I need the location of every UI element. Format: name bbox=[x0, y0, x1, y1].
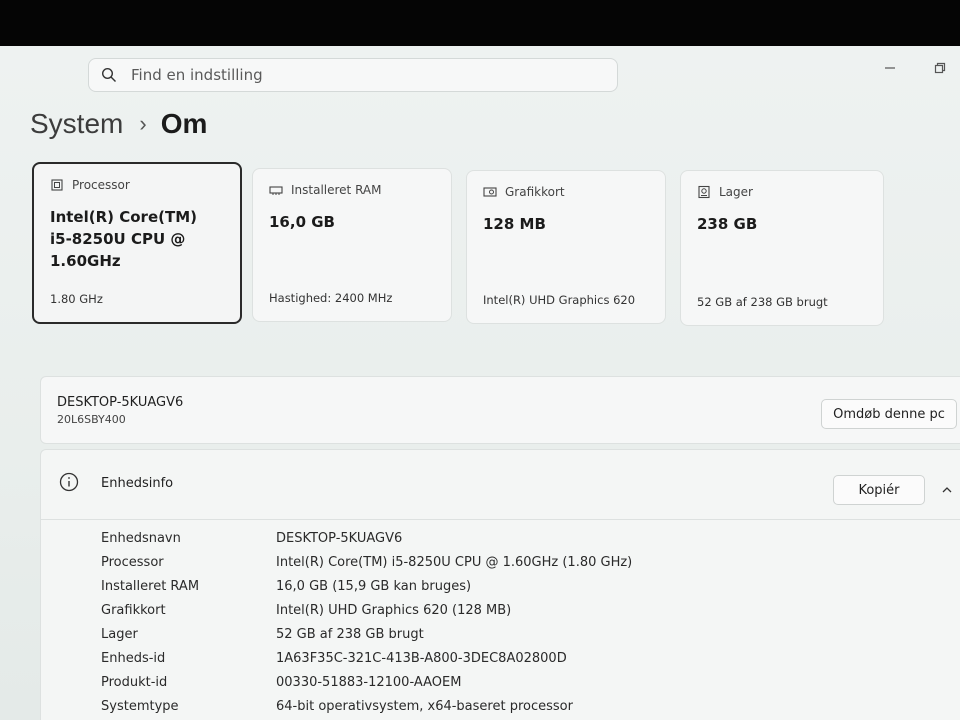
search-input[interactable]: Find en indstilling bbox=[131, 66, 263, 84]
spec-label: Systemtype bbox=[101, 698, 179, 714]
pc-model: 20L6SBY400 bbox=[57, 413, 126, 426]
ram-card-title: Installeret RAM bbox=[291, 183, 382, 197]
spec-value: 16,0 GB (15,9 GB kan bruges) bbox=[276, 578, 472, 594]
device-info-header[interactable]: Enhedsinfo Kopiér bbox=[41, 450, 960, 520]
spec-row: Systemtype 64-bit operativsystem, x64-ba… bbox=[101, 694, 632, 718]
spec-label: Enheds-id bbox=[101, 650, 166, 666]
cpu-icon bbox=[50, 178, 64, 192]
gpu-card-title: Grafikkort bbox=[505, 185, 565, 199]
device-specs-list: Enhedsnavn DESKTOP-5KUAGV6 Processor Int… bbox=[101, 526, 632, 718]
minimize-button[interactable] bbox=[880, 60, 900, 76]
restore-button[interactable] bbox=[930, 60, 950, 76]
gpu-card-sub: Intel(R) UHD Graphics 620 bbox=[483, 293, 636, 307]
spec-row: Enhedsnavn DESKTOP-5KUAGV6 bbox=[101, 526, 632, 550]
screen-bezel bbox=[0, 0, 960, 46]
spec-label: Lager bbox=[101, 626, 138, 642]
info-icon bbox=[59, 472, 79, 492]
device-info-title: Enhedsinfo bbox=[101, 476, 174, 491]
spec-value: Intel(R) UHD Graphics 620 (128 MB) bbox=[276, 602, 512, 618]
chevron-right-icon: › bbox=[139, 111, 147, 136]
gpu-icon bbox=[483, 185, 497, 199]
spec-label: Installeret RAM bbox=[101, 578, 200, 594]
collapse-button[interactable] bbox=[937, 480, 957, 500]
minimize-icon bbox=[885, 67, 895, 69]
storage-card[interactable]: Lager 238 GB 52 GB af 238 GB brugt bbox=[680, 170, 884, 326]
search-box[interactable]: Find en indstilling bbox=[88, 58, 618, 92]
chevron-up-icon bbox=[942, 487, 952, 493]
spec-value: 1A63F35C-321C-413B-A800-3DEC8A02800D bbox=[276, 650, 567, 666]
breadcrumb: System › Om bbox=[30, 108, 207, 140]
page-title: Om bbox=[160, 108, 208, 139]
settings-window: Find en indstilling System › Om Processo… bbox=[0, 46, 960, 720]
processor-card-title: Processor bbox=[72, 178, 130, 192]
pc-name-panel: DESKTOP-5KUAGV6 20L6SBY400 Omdøb denne p… bbox=[40, 376, 960, 444]
restore-icon bbox=[934, 62, 946, 74]
spec-row: Produkt-id 00330-51883-12100-AAOEM bbox=[101, 670, 632, 694]
search-icon bbox=[101, 67, 116, 82]
ram-card-value: 16,0 GB bbox=[269, 213, 335, 231]
processor-card-sub: 1.80 GHz bbox=[50, 292, 103, 306]
spec-value: DESKTOP-5KUAGV6 bbox=[276, 530, 403, 546]
processor-card[interactable]: Processor Intel(R) Core(TM) i5-8250U CPU… bbox=[32, 162, 242, 324]
spec-value: Intel(R) Core(TM) i5-8250U CPU @ 1.60GHz… bbox=[276, 554, 633, 570]
ram-card-sub: Hastighed: 2400 MHz bbox=[269, 291, 393, 305]
ram-card[interactable]: Installeret RAM 16,0 GB Hastighed: 2400 … bbox=[252, 168, 452, 322]
spec-label: Enhedsnavn bbox=[101, 530, 181, 546]
ram-icon bbox=[269, 183, 283, 197]
storage-card-value: 238 GB bbox=[697, 215, 758, 233]
pc-name: DESKTOP-5KUAGV6 bbox=[57, 395, 184, 410]
spec-row: Grafikkort Intel(R) UHD Graphics 620 (12… bbox=[101, 598, 632, 622]
spec-value: 00330-51883-12100-AAOEM bbox=[276, 674, 462, 690]
spec-row: Lager 52 GB af 238 GB brugt bbox=[101, 622, 632, 646]
spec-row: Processor Intel(R) Core(TM) i5-8250U CPU… bbox=[101, 550, 632, 574]
gpu-card-value: 128 MB bbox=[483, 215, 546, 233]
spec-value: 52 GB af 238 GB brugt bbox=[276, 626, 424, 642]
gpu-card[interactable]: Grafikkort 128 MB Intel(R) UHD Graphics … bbox=[466, 170, 666, 324]
processor-card-value: Intel(R) Core(TM) i5-8250U CPU @ 1.60GHz bbox=[50, 208, 197, 270]
breadcrumb-system[interactable]: System bbox=[30, 108, 123, 140]
spec-label: Processor bbox=[101, 554, 164, 570]
spec-row: Enheds-id 1A63F35C-321C-413B-A800-3DEC8A… bbox=[101, 646, 632, 670]
storage-card-title: Lager bbox=[719, 185, 753, 199]
rename-pc-button[interactable]: Omdøb denne pc bbox=[821, 399, 957, 429]
spec-label: Grafikkort bbox=[101, 602, 166, 618]
spec-row: Installeret RAM 16,0 GB (15,9 GB kan bru… bbox=[101, 574, 632, 598]
device-info-panel: Enhedsinfo Kopiér Enhedsnavn DESKTOP-5KU… bbox=[40, 449, 960, 720]
copy-button[interactable]: Kopiér bbox=[833, 475, 925, 505]
spec-label: Produkt-id bbox=[101, 674, 168, 690]
storage-card-sub: 52 GB af 238 GB brugt bbox=[697, 295, 828, 309]
spec-value: 64-bit operativsystem, x64-baseret proce… bbox=[276, 698, 573, 714]
storage-icon bbox=[697, 185, 711, 199]
